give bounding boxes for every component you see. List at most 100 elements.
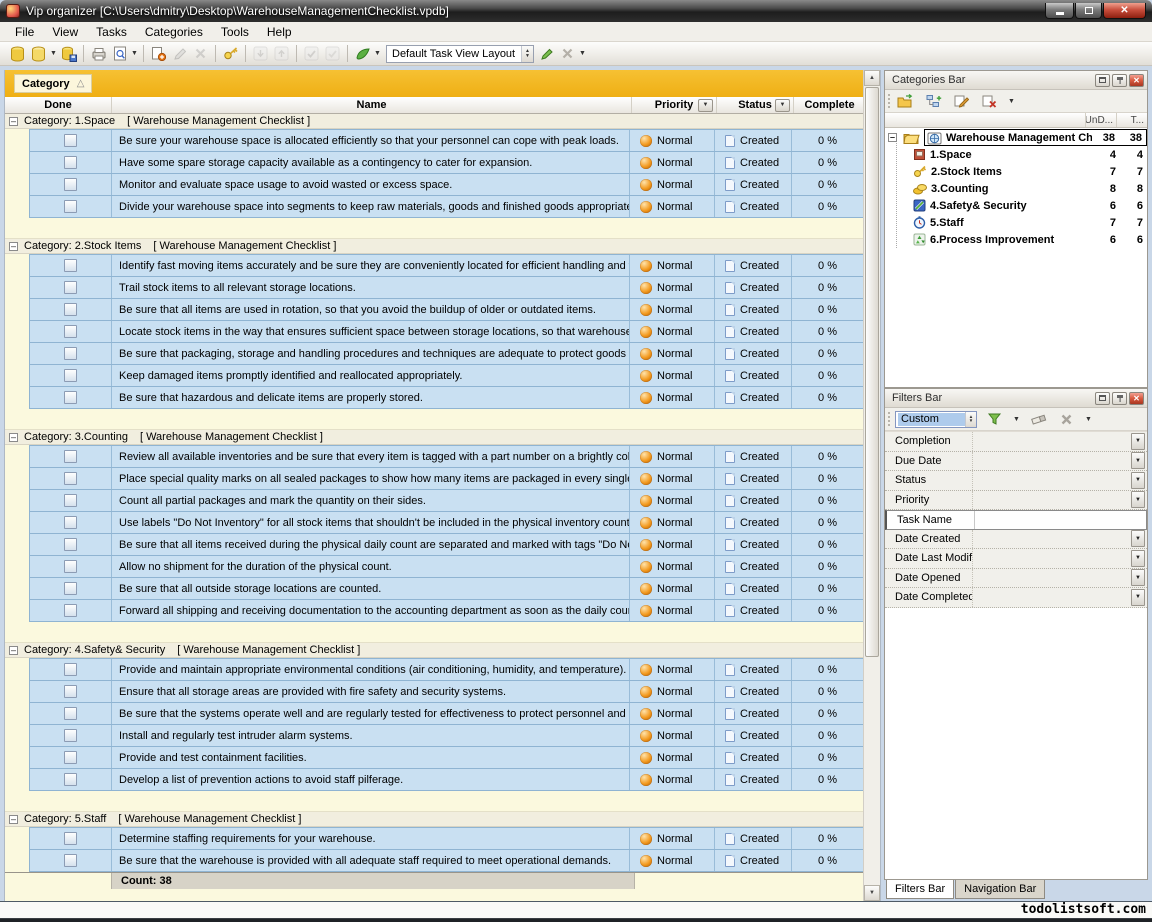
filter-input-task-name[interactable] [975, 511, 1130, 527]
add-category-icon[interactable] [895, 91, 916, 111]
tree-item-6-process-improvement[interactable]: 6.Process Improvement66 [885, 231, 1147, 248]
task-checkbox[interactable] [64, 516, 77, 529]
menu-help[interactable]: Help [258, 23, 301, 41]
task-checkbox[interactable] [64, 391, 77, 404]
complete-task-icon[interactable] [301, 44, 322, 64]
print-icon[interactable] [88, 44, 109, 64]
save-filter-icon[interactable] [984, 409, 1005, 429]
view-layout-combobox[interactable]: Default Task View Layout ▲▼ [386, 45, 534, 63]
task-checkbox[interactable] [64, 604, 77, 617]
group-row-category-3-counting[interactable]: –Category: 3.Counting[ Warehouse Managem… [5, 430, 865, 445]
task-checkbox[interactable] [64, 178, 77, 191]
column-header-priority[interactable]: Priority ▼ [632, 97, 717, 113]
group-row-category-5-staff[interactable]: –Category: 5.Staff[ Warehouse Management… [5, 812, 865, 827]
filter-dropdown-icon[interactable]: ▼ [1131, 433, 1145, 450]
tree-header-undone[interactable]: UnD... [1085, 113, 1116, 127]
task-row[interactable]: Trail stock items to all relevant storag… [30, 277, 863, 299]
task-checkbox[interactable] [64, 663, 77, 676]
task-row[interactable]: Be sure that all outside storage locatio… [30, 578, 863, 600]
task-checkbox[interactable] [64, 281, 77, 294]
task-row[interactable]: Divide your warehouse space into segment… [30, 196, 863, 218]
task-checkbox[interactable] [64, 582, 77, 595]
save-database-icon[interactable] [58, 44, 79, 64]
task-checkbox[interactable] [64, 773, 77, 786]
group-row-category-4-safety-security[interactable]: –Category: 4.Safety& Security[ Warehouse… [5, 643, 865, 658]
task-checkbox[interactable] [64, 707, 77, 720]
workspace-dropdown-icon[interactable]: ▼ [373, 50, 382, 57]
task-checkbox[interactable] [64, 259, 77, 272]
tree-header-total[interactable]: T... [1116, 113, 1147, 127]
delete-category-icon[interactable] [979, 91, 1000, 111]
filter-preset-combobox[interactable]: Custom ▲▼ [895, 411, 977, 428]
filter-row-completion[interactable]: Completion▼ [885, 432, 1147, 452]
task-row[interactable]: Be sure that hazardous and delicate item… [30, 387, 863, 409]
task-row[interactable]: Monitor and evaluate space usage to avoi… [30, 174, 863, 196]
priority-filter-dropdown-icon[interactable]: ▼ [698, 99, 713, 112]
collapse-group-icon[interactable]: – [9, 117, 18, 126]
task-checkbox[interactable] [64, 854, 77, 867]
column-header-complete[interactable]: Complete [794, 97, 865, 113]
restore-button[interactable] [1075, 3, 1102, 19]
panel-close-icon[interactable]: ✕ [1129, 392, 1144, 405]
status-filter-dropdown-icon[interactable]: ▼ [775, 99, 790, 112]
tree-item-5-staff[interactable]: 5.Staff77 [885, 214, 1147, 231]
tree-collapse-icon[interactable]: – [888, 133, 897, 142]
edit-task-icon[interactable] [169, 44, 190, 64]
new-database-icon[interactable] [7, 44, 28, 64]
task-row[interactable]: Keep damaged items promptly identified a… [30, 365, 863, 387]
categories-toolbar-overflow-icon[interactable]: ▼ [1007, 98, 1016, 105]
scroll-down-icon[interactable]: ▼ [864, 885, 880, 901]
task-row[interactable]: Be sure your warehouse space is allocate… [30, 130, 863, 152]
tree-root-item[interactable]: – Warehouse Management Che 38 38 [885, 129, 1147, 146]
task-row[interactable]: Count all partial packages and mark the … [30, 490, 863, 512]
task-notes-icon[interactable] [220, 44, 241, 64]
collapse-group-icon[interactable]: – [9, 815, 18, 824]
task-checkbox[interactable] [64, 134, 77, 147]
save-filter-dropdown-icon[interactable]: ▼ [1012, 416, 1021, 423]
task-row[interactable]: Be sure that the systems operate well an… [30, 703, 863, 725]
workspace-icon[interactable] [352, 44, 373, 64]
filter-dropdown-icon[interactable]: ▼ [1131, 550, 1145, 567]
task-row[interactable]: Be sure that all items received during t… [30, 534, 863, 556]
task-row[interactable]: Provide and test containment facilities.… [30, 747, 863, 769]
filter-dropdown-icon[interactable]: ▼ [1131, 569, 1145, 586]
print-dropdown-icon[interactable]: ▼ [130, 50, 139, 57]
task-row[interactable]: Use labels "Do Not Inventory" for all st… [30, 512, 863, 534]
task-checkbox[interactable] [64, 832, 77, 845]
task-row[interactable]: Review all available inventories and be … [30, 446, 863, 468]
task-checkbox[interactable] [64, 156, 77, 169]
tree-item-1-space[interactable]: 1.Space44 [885, 146, 1147, 163]
filter-row-status[interactable]: Status▼ [885, 471, 1147, 491]
minimize-button[interactable] [1045, 3, 1074, 19]
column-header-name[interactable]: Name [112, 97, 632, 113]
task-checkbox[interactable] [64, 325, 77, 338]
task-row[interactable]: Develop a list of prevention actions to … [30, 769, 863, 791]
scroll-up-icon[interactable]: ▲ [864, 70, 880, 86]
filter-dropdown-icon[interactable]: ▼ [1131, 530, 1145, 547]
view-layout-spinner-icon[interactable]: ▲▼ [521, 46, 533, 62]
task-row[interactable]: Determine staffing requirements for your… [30, 828, 863, 850]
panel-pin-icon[interactable] [1112, 392, 1127, 405]
panel-pin-icon[interactable] [1112, 74, 1127, 87]
uncomplete-task-icon[interactable] [322, 44, 343, 64]
task-row[interactable]: Be sure that the warehouse is provided w… [30, 850, 863, 872]
tree-item-4-safety-security[interactable]: 4.Safety& Security66 [885, 197, 1147, 214]
task-row[interactable]: Be sure that all items are used in rotat… [30, 299, 863, 321]
move-down-icon[interactable] [250, 44, 271, 64]
task-checkbox[interactable] [64, 347, 77, 360]
filter-row-date-opened[interactable]: Date Opened▼ [885, 569, 1147, 589]
task-checkbox[interactable] [64, 200, 77, 213]
dock-tab-filters-bar[interactable]: Filters Bar [886, 880, 954, 899]
task-checkbox[interactable] [64, 450, 77, 463]
scrollbar-thumb[interactable] [865, 87, 879, 657]
task-checkbox[interactable] [64, 472, 77, 485]
menu-categories[interactable]: Categories [136, 23, 212, 41]
task-row[interactable]: Identify fast moving items accurately an… [30, 255, 863, 277]
print-preview-icon[interactable] [109, 44, 130, 64]
collapse-group-icon[interactable]: – [9, 242, 18, 251]
task-row[interactable]: Provide and maintain appropriate environ… [30, 659, 863, 681]
group-row-category-2-stock-items[interactable]: –Category: 2.Stock Items[ Warehouse Mana… [5, 239, 865, 254]
task-checkbox[interactable] [64, 751, 77, 764]
task-row[interactable]: Allow no shipment for the duration of th… [30, 556, 863, 578]
delete-filter-icon[interactable] [1056, 409, 1077, 429]
